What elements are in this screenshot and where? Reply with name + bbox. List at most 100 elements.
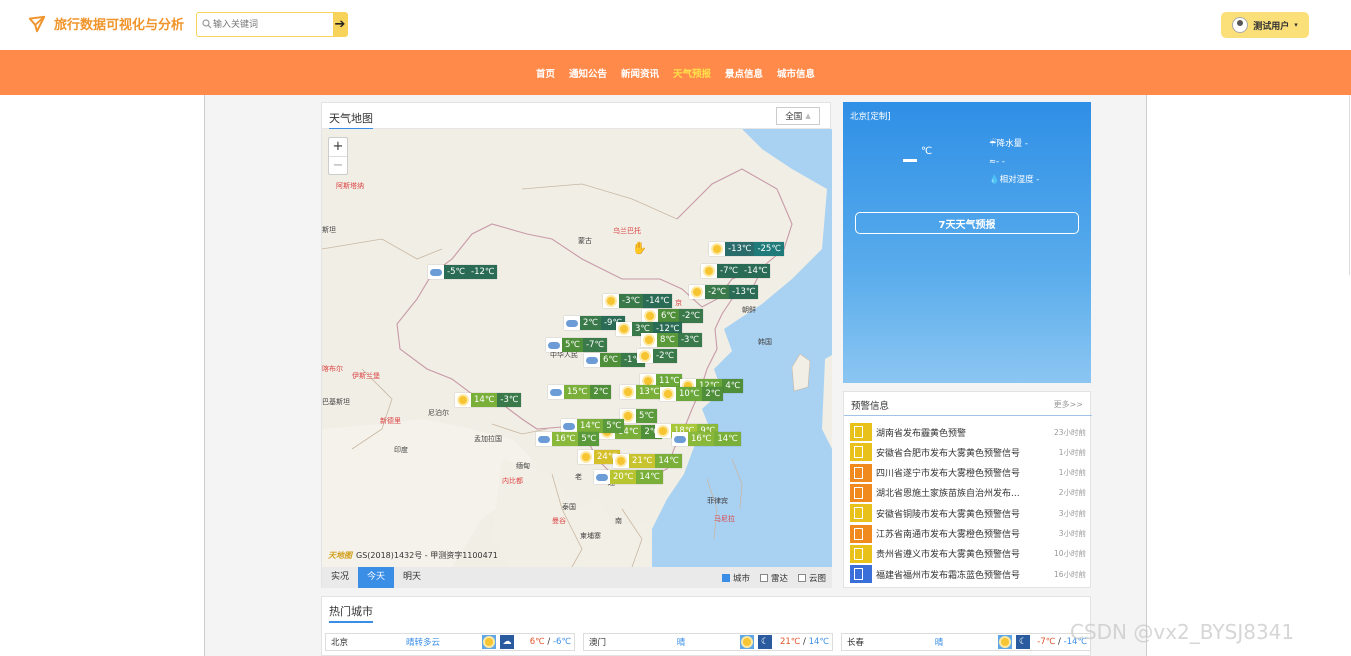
zoom-control: + − xyxy=(328,137,348,175)
night-weather-icon: ☾ xyxy=(1016,635,1030,649)
layer-options: 城市 雷达 云图 xyxy=(721,572,832,584)
city-weather-marker[interactable]: 10℃ 2℃ xyxy=(660,387,724,401)
city-weather-marker[interactable]: 16℃ 5℃ xyxy=(536,432,600,446)
hand-cursor-icon: ✋ xyxy=(632,241,647,255)
high-temp: 6℃ xyxy=(600,353,621,367)
sunny-icon xyxy=(637,349,653,363)
low-temp: 5℃ xyxy=(603,419,625,433)
hot-city-name[interactable]: 长春 xyxy=(842,636,904,648)
low-temp: -6℃ xyxy=(552,637,571,647)
map-place-label: 柬埔寨 xyxy=(580,532,601,540)
map-place-label: 内比都 xyxy=(502,477,523,485)
map-place-label: 泰国 xyxy=(562,503,576,511)
sunny-icon xyxy=(613,454,629,468)
user-menu-button[interactable]: 测试用户 ▾ xyxy=(1221,12,1309,38)
map-place-label: 乌兰巴托 xyxy=(613,227,641,235)
top-header: 旅行数据可视化与分析 ➔ 测试用户 ▾ xyxy=(0,0,1351,50)
map-tab-0[interactable]: 实况 xyxy=(322,567,358,588)
city-weather-marker[interactable]: 6℃ -1℃ xyxy=(584,353,645,367)
temp-separator: / xyxy=(1055,637,1064,647)
map-credit: 天地图 GS(2018)1432号 - 甲测资字1100471 xyxy=(328,550,498,561)
high-temp: 16℃ xyxy=(688,432,715,446)
map-place-label: 韩国 xyxy=(758,338,772,346)
7day-forecast-button[interactable]: 7天天气预报 xyxy=(855,212,1079,234)
low-temp: 14℃ xyxy=(655,454,682,468)
hot-city-weather: 晴 xyxy=(934,638,944,648)
low-temp: 14℃ xyxy=(714,432,741,446)
nav-item-3[interactable]: 天气预报 xyxy=(673,66,711,80)
cloudy-icon xyxy=(536,432,552,446)
sunny-icon xyxy=(655,424,671,438)
warning-item[interactable]: 安徽省合肥市发布大雾黄色预警信号 1小时前 xyxy=(850,443,1086,462)
city-name[interactable]: 北京[定制] xyxy=(850,110,891,122)
city-weather-marker[interactable]: 6℃ -2℃ xyxy=(642,309,703,323)
city-weather-marker[interactable]: 16℃ 14℃ xyxy=(672,432,741,446)
hot-city-name[interactable]: 北京 xyxy=(326,636,388,648)
site-logo[interactable]: 旅行数据可视化与分析 xyxy=(28,14,184,33)
sunny-icon xyxy=(701,264,717,278)
warning-item[interactable]: 贵州省遵义市发布大雾黄色预警信号 10小时前 xyxy=(850,544,1086,563)
map-tab-1[interactable]: 今天 xyxy=(358,567,395,588)
weather-map[interactable]: + − 天地图 GS(2018)1432号 - 甲测资字1100471 阿斯塔纳斯… xyxy=(322,129,832,567)
zoom-out-button[interactable]: − xyxy=(329,156,347,174)
site-title: 旅行数据可视化与分析 xyxy=(54,18,185,33)
city-weather-marker[interactable]: 8℃ -3℃ xyxy=(641,333,702,347)
hot-city-row[interactable]: 北京 晴转多云 ☁ 6℃ / -6℃ xyxy=(325,633,575,651)
layer-toggle[interactable]: 雷达 xyxy=(759,572,788,584)
city-weather-marker[interactable]: -3℃ -14℃ xyxy=(603,294,673,308)
checkbox[interactable] xyxy=(797,573,806,582)
caret-down-icon: ▾ xyxy=(1294,21,1298,29)
warning-item[interactable]: 湖南省发布霾黄色预警 23小时前 xyxy=(850,423,1086,441)
warning-item[interactable]: 湖北省恩施土家族苗族自治州发布... 2小时前 xyxy=(850,483,1086,502)
warning-item[interactable]: 江苏省南通市发布大雾橙色预警信号 3小时前 xyxy=(850,524,1086,543)
hot-city-temp: 21℃ / 14℃ xyxy=(772,637,832,647)
user-name: 测试用户 xyxy=(1253,21,1290,32)
layer-toggle[interactable]: 云图 xyxy=(797,572,826,584)
warning-more-link[interactable]: 更多>> xyxy=(1054,399,1083,410)
cloudy-icon xyxy=(584,353,600,367)
warning-panel: 预警信息 更多>> 湖南省发布霾黄色预警 23小时前 安徽省合肥市发布大雾黄色预警信… xyxy=(843,391,1092,588)
checkbox[interactable] xyxy=(721,573,730,582)
city-weather-marker[interactable]: 20℃ 14℃ xyxy=(594,470,663,484)
checkbox[interactable] xyxy=(759,573,768,582)
hot-city-row[interactable]: 澳门晴 ☾ 21℃ / 14℃ xyxy=(583,633,833,651)
city-weather-marker[interactable]: -5℃ -12℃ xyxy=(428,265,498,279)
warning-item[interactable]: 四川省遂宁市发布大雾橙色预警信号 1小时前 xyxy=(850,463,1086,482)
warning-item[interactable]: 福建省福州市发布霜冻蓝色预警信号 16小时前 xyxy=(850,565,1086,584)
sunny-icon xyxy=(616,322,632,336)
hot-city-name[interactable]: 澳门 xyxy=(584,636,646,648)
hot-city-row[interactable]: 长春晴 ☾ -7℃ / -14℃ xyxy=(841,633,1091,651)
nav-item-0[interactable]: 首页 xyxy=(536,66,555,80)
nav-item-1[interactable]: 通知公告 xyxy=(569,66,607,80)
city-weather-marker[interactable]: 14℃ -3℃ xyxy=(455,393,522,407)
layer-label: 雷达 xyxy=(770,573,788,584)
warning-text: 安徽省合肥市发布大雾黄色预警信号 xyxy=(876,448,1021,459)
warning-item[interactable]: 安徽省铜陵市发布大雾黄色预警信号 3小时前 xyxy=(850,504,1086,523)
sunny-icon xyxy=(660,387,676,401)
city-weather-marker[interactable]: 14℃ 5℃ xyxy=(561,419,625,433)
region-select[interactable]: 全国 ▲ xyxy=(776,107,820,125)
tianditu-logo: 天地图 xyxy=(328,551,352,560)
cloudy-icon xyxy=(564,316,580,330)
city-weather-marker[interactable]: -7℃ -14℃ xyxy=(701,264,771,278)
low-temp: -7℃ xyxy=(582,338,607,352)
map-title: 天气地图 xyxy=(329,110,373,130)
search-button[interactable]: ➔ xyxy=(333,13,347,36)
nav-item-4[interactable]: 景点信息 xyxy=(725,66,763,80)
map-tab-2[interactable]: 明天 xyxy=(394,567,430,588)
low-temp: 14℃ xyxy=(636,470,663,484)
zoom-in-button[interactable]: + xyxy=(329,138,347,156)
high-temp: -2℃ xyxy=(705,285,730,299)
city-weather-marker[interactable]: -2℃ xyxy=(637,349,678,363)
city-weather-marker[interactable]: 21℃ 14℃ xyxy=(613,454,682,468)
city-weather-marker[interactable]: 5℃ xyxy=(620,409,657,423)
city-weather-marker[interactable]: 5℃ -7℃ xyxy=(546,338,607,352)
city-weather-marker[interactable]: 15℃ 2℃ xyxy=(548,385,612,399)
nav-item-5[interactable]: 城市信息 xyxy=(777,66,815,80)
layer-toggle[interactable]: 城市 xyxy=(721,572,750,584)
city-weather-marker[interactable]: -13℃ -25℃ xyxy=(709,242,784,256)
nav-item-2[interactable]: 新闻资讯 xyxy=(621,66,659,80)
city-weather-marker[interactable]: 13℃ xyxy=(620,385,663,399)
search-input[interactable] xyxy=(197,13,333,36)
city-weather-marker[interactable]: -2℃ -13℃ xyxy=(689,285,759,299)
